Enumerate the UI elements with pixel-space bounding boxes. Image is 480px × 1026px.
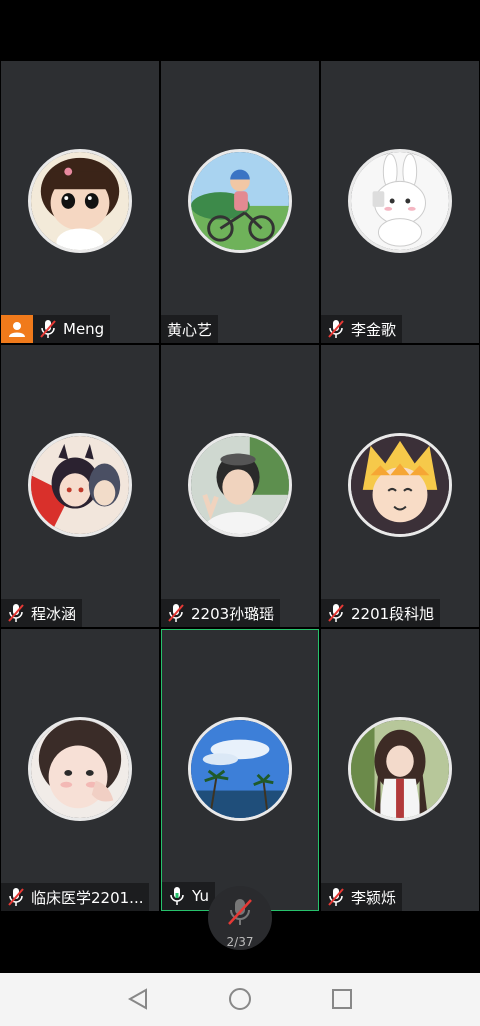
participant-name: 临床医学2201... xyxy=(31,888,144,907)
participant-name: 李颍烁 xyxy=(351,888,397,907)
avatar xyxy=(28,149,132,253)
home-circle-icon[interactable] xyxy=(228,987,252,1011)
participant-label: 李金歌 xyxy=(321,315,403,343)
participant-tile-sunluyao[interactable]: 2203孙璐瑶 xyxy=(161,345,319,627)
avatar-photo-boy-icon xyxy=(191,436,289,534)
avatar xyxy=(188,433,292,537)
participant-tile-liyingshuo[interactable]: 李颍烁 xyxy=(321,629,479,911)
participant-name: 2201段科旭 xyxy=(351,604,435,623)
avatar xyxy=(188,717,292,821)
avatar-photo-girl-icon xyxy=(31,720,129,818)
participant-label: 2203孙璐瑶 xyxy=(161,599,281,627)
avatar-anime-blonde-icon xyxy=(351,436,449,534)
host-badge xyxy=(1,315,33,343)
participant-grid: Meng 黄心艺 李金歌 程冰涵 2203孙璐瑶 2201段科旭 临床医学220… xyxy=(0,60,480,913)
participant-label: 程冰涵 xyxy=(1,599,83,627)
host-person-icon xyxy=(9,322,25,337)
avatar-bike-rider-icon xyxy=(191,152,289,250)
avatar xyxy=(28,717,132,821)
recents-square-icon[interactable] xyxy=(330,987,354,1011)
participant-tile-duankexu[interactable]: 2201段科旭 xyxy=(321,345,479,627)
participant-label: 李颍烁 xyxy=(321,883,403,911)
avatar-cartoon-girl-icon xyxy=(31,152,129,250)
participant-label: Yu xyxy=(162,882,215,910)
avatar xyxy=(348,433,452,537)
avatar-beach-palm-icon xyxy=(191,720,289,818)
mic-muted-icon xyxy=(8,888,24,906)
participant-tile-meng[interactable]: Meng xyxy=(1,61,159,343)
android-nav-bar xyxy=(0,973,480,1026)
mic-muted-icon xyxy=(168,604,184,622)
participant-tile-huangxinyi[interactable]: 黄心艺 xyxy=(161,61,319,343)
participant-name: 程冰涵 xyxy=(31,604,77,623)
mic-muted-icon xyxy=(328,320,344,338)
participant-tile-linchuang[interactable]: 临床医学2201... xyxy=(1,629,159,911)
back-triangle-icon[interactable] xyxy=(126,987,150,1011)
participant-label: 2201段科旭 xyxy=(321,599,441,627)
avatar-anime-doctor-icon xyxy=(351,720,449,818)
participant-label: 黄心艺 xyxy=(161,315,219,343)
participant-name: 2203孙璐瑶 xyxy=(191,604,275,623)
avatar xyxy=(28,433,132,537)
avatar xyxy=(348,149,452,253)
self-mic-muted-icon[interactable] xyxy=(226,897,254,927)
participant-tile-chengbinghan[interactable]: 程冰涵 xyxy=(1,345,159,627)
page-count: 2/37 xyxy=(226,935,254,949)
participant-label: Meng xyxy=(1,315,111,343)
participant-name: Meng xyxy=(63,320,105,338)
participant-name: 黄心艺 xyxy=(167,320,213,339)
mic-muted-icon xyxy=(328,888,344,906)
participant-name: Yu xyxy=(192,887,209,905)
participant-tile-lijinge[interactable]: 李金歌 xyxy=(321,61,479,343)
avatar-anime-pair-icon xyxy=(31,436,129,534)
mic-active-icon xyxy=(170,887,184,905)
participant-name: 李金歌 xyxy=(351,320,397,339)
participant-label: 临床医学2201... xyxy=(1,883,150,911)
avatar xyxy=(348,717,452,821)
avatar xyxy=(188,149,292,253)
mic-muted-icon xyxy=(8,604,24,622)
participant-tile-yu-active[interactable]: Yu xyxy=(161,629,319,911)
mic-muted-icon xyxy=(328,604,344,622)
mic-muted-icon xyxy=(40,320,56,338)
avatar-bunny-icon xyxy=(351,152,449,250)
